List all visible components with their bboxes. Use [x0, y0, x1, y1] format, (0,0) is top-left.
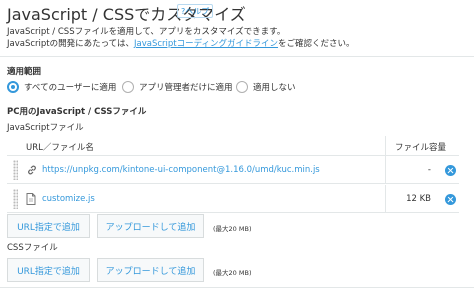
file-size-cell: - [385, 156, 437, 184]
drag-handle-icon[interactable] [13, 189, 18, 209]
radio-do-not-apply[interactable]: 適用しない [236, 81, 296, 93]
css-file-label: CSSファイル [7, 243, 58, 253]
drag-handle-icon[interactable] [13, 160, 18, 180]
css-upload-button[interactable]: アップロードして追加 [97, 258, 204, 282]
delete-circle-icon[interactable] [445, 165, 456, 176]
js-max-size-note: (最大20 MB) [213, 225, 252, 233]
file-name-text[interactable]: customize.js [42, 194, 95, 204]
radio-app-admins[interactable]: アプリ管理者だけに適用 [122, 81, 233, 93]
description-prefix: JavaScriptの開発にあたっては、 [7, 39, 135, 49]
radio-app-admins-label: アプリ管理者だけに適用 [139, 83, 233, 93]
link-icon [28, 165, 36, 175]
description-line-1: JavaScript / CSSファイルを適用して、アプリをカスタマイズできます… [7, 27, 286, 37]
js-file-label: JavaScriptファイル [7, 123, 84, 133]
file-url-cell[interactable]: https://unpkg.com/kintone-ui-component@1… [26, 164, 320, 176]
column-header-url: URL／ファイル名 [26, 143, 94, 153]
pc-section-title: PC用のJavaScript / CSSファイル [7, 107, 147, 117]
table-row: https://unpkg.com/kintone-ui-component@1… [7, 156, 459, 184]
css-max-size-note: (最大20 MB) [213, 269, 252, 277]
delete-circle-icon[interactable] [445, 194, 456, 205]
scope-label: 適用範囲 [7, 67, 42, 77]
file-name-cell[interactable]: customize.js [26, 193, 95, 205]
radio-all-users-label: すべてのユーザーに適用 [24, 83, 117, 93]
header-divider [0, 56, 474, 57]
section-divider [0, 287, 474, 288]
radio-unselected-icon[interactable] [122, 81, 134, 93]
description-line-2: JavaScriptの開発にあたっては、JavaScriptコーディングガイドラ… [7, 37, 355, 49]
radio-all-users[interactable]: すべてのユーザーに適用 [7, 81, 116, 93]
column-header-size: ファイル容量 [385, 136, 446, 156]
file-icon [26, 193, 36, 205]
radio-do-not-apply-label: 適用しない [253, 83, 296, 93]
radio-unselected-icon[interactable] [236, 81, 248, 93]
js-add-url-button[interactable]: URL指定で追加 [7, 214, 90, 238]
js-upload-button[interactable]: アップロードして追加 [97, 214, 204, 238]
table-header: URL／ファイル名 ファイル容量 [7, 136, 459, 156]
help-link[interactable]: ?ヘルプ [177, 4, 214, 18]
file-url-text[interactable]: https://unpkg.com/kintone-ui-component@1… [42, 165, 320, 175]
file-size-value: 12 KB [406, 194, 431, 204]
description-suffix: をご確認ください。 [278, 39, 355, 49]
radio-selected-icon[interactable] [7, 81, 19, 93]
file-size-value: - [427, 165, 431, 175]
table-row: customize.js 12 KB [7, 185, 459, 213]
coding-guideline-link[interactable]: JavaScriptコーディングガイドライン [134, 39, 278, 49]
file-size-cell: 12 KB [385, 185, 437, 213]
css-add-url-button[interactable]: URL指定で追加 [7, 258, 90, 282]
